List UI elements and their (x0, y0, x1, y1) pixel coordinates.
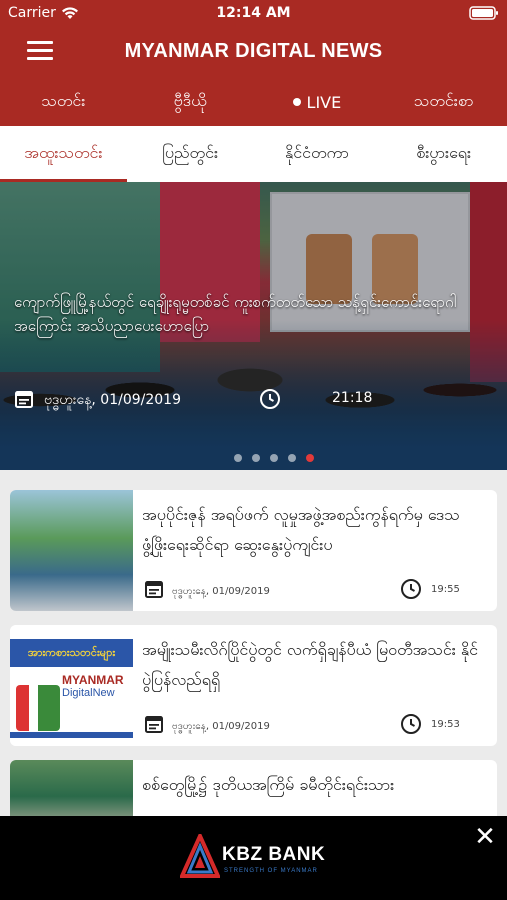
main-tab-bar: သတင်း ဗွီဒီယို LIVE သတင်းစာ (0, 78, 507, 126)
tab-live-label: LIVE (306, 92, 342, 112)
tab-newspaper-label: သတင်းစာ (413, 91, 474, 110)
category-tab-international[interactable]: နိုင်ငံတကာ (254, 126, 381, 182)
carousel-dot[interactable] (305, 454, 314, 462)
calendar-icon (145, 581, 163, 598)
carousel-dot[interactable] (287, 454, 296, 462)
category-tab-business[interactable]: စီးပွားရေး (380, 126, 507, 182)
app-title: MYANMAR DIGITAL NEWS (124, 40, 383, 62)
category-tab-label: နိုင်ငံတကာ (284, 143, 349, 162)
news-date: ဗုဒ္ဓဟူးနေ့, 01/09/2019 (172, 586, 270, 597)
category-tab-label: အထူးသတင်း (24, 143, 103, 162)
tab-video[interactable]: ဗွီဒီယို (127, 78, 254, 126)
ad-banner[interactable]: KBZ BANK STRENGTH OF MYANMAR ✕ (0, 816, 507, 900)
news-date: ဗုဒ္ဓဟူးနေ့, 01/09/2019 (172, 721, 270, 732)
news-title: အမျိုးသမီးလိဂ်ပြိုင်ပွဲတွင် လက်ရှိချန်ပီ… (142, 640, 478, 689)
status-bar: Carrier 12:14 AM (0, 0, 507, 26)
news-card[interactable]: စစ်တွေမြို့၌ ဒုတိယအကြိမ် ခမီတိုင်းရင်းသာ… (10, 760, 497, 816)
calendar-icon (145, 716, 163, 733)
news-title: စစ်တွေမြို့၌ ဒုတိယအကြိမ် ခမီတိုင်းရင်းသာ… (142, 775, 395, 794)
thumbnail-banner-text: အားကစားသတင်းများ (10, 639, 133, 667)
news-time: 19:55 (431, 584, 460, 595)
carousel-dot[interactable] (251, 454, 260, 462)
clock-icon (401, 579, 421, 599)
thumbnail-logo-line2: DigitalNew (62, 687, 115, 699)
news-card[interactable]: အပုပိုင်းဇုန် အရပ်ဖက် လူမှုအဖွဲ့အစည်းကွန… (10, 490, 497, 611)
app-header: MYANMAR DIGITAL NEWS (0, 26, 507, 78)
carousel-pagination (0, 454, 507, 462)
news-title: အပုပိုင်းဇုန် အရပ်ဖက် လူမှုအဖွဲ့အစည်းကွန… (142, 505, 460, 554)
featured-news-carousel[interactable]: ကျောက်ဖြူမြို့နယ်တွင် ရေချိုးရုမ္မတစ်ခင်… (0, 182, 507, 470)
category-tab-label: ပြည်တွင်း (162, 143, 219, 162)
category-tab-domestic[interactable]: ပြည်တွင်း (127, 126, 254, 182)
calendar-icon (15, 391, 33, 408)
thumbnail-illustration (16, 685, 60, 731)
tab-video-label: ဗွီဒီယို (173, 91, 207, 110)
news-thumbnail (10, 490, 133, 611)
clock-icon (260, 389, 280, 409)
news-time: 19:53 (431, 719, 460, 730)
close-ad-icon[interactable]: ✕ (472, 824, 498, 850)
news-thumbnail (10, 760, 133, 816)
carousel-dot[interactable] (269, 454, 278, 462)
news-thumbnail: အားကစားသတင်းများ MYANMAR DigitalNew (10, 625, 133, 746)
featured-time: 21:18 (332, 390, 373, 406)
live-dot-icon (292, 98, 301, 106)
news-meta: ဗုဒ္ဓဟူးနေ့, 01/09/2019 19:53 (144, 713, 484, 735)
kbz-triangle-icon (180, 834, 220, 878)
category-tab-special[interactable]: အထူးသတင်း (0, 126, 127, 182)
thumbnail-logo-line1: MYANMAR (62, 673, 124, 687)
tab-live[interactable]: LIVE (254, 78, 381, 126)
featured-date: ဗုဒ္ဓဟူးနေ့, 01/09/2019 (44, 392, 181, 408)
clock-icon (401, 714, 421, 734)
category-tab-label: စီးပွားရေး (416, 143, 471, 162)
featured-meta: ဗုဒ္ဓဟူးနေ့, 01/09/2019 21:18 (14, 387, 494, 411)
tab-news-label: သတင်း (41, 91, 86, 110)
carousel-dot[interactable] (233, 454, 242, 462)
status-time: 12:14 AM (216, 5, 291, 21)
news-meta: ဗုဒ္ဓဟူးနေ့, 01/09/2019 19:55 (144, 578, 484, 600)
tab-newspaper[interactable]: သတင်းစာ (380, 78, 507, 126)
ad-tagline: STRENGTH OF MYANMAR (224, 868, 318, 874)
news-card[interactable]: အားကစားသတင်းများ MYANMAR DigitalNew အမျိ… (10, 625, 497, 746)
category-tab-bar: အထူးသတင်း ပြည်တွင်း နိုင်ငံတကာ စီးပွားရေ… (0, 126, 507, 182)
ad-brand-name: KBZ BANK (222, 844, 326, 865)
featured-headline[interactable]: ကျောက်ဖြူမြို့နယ်တွင် ရေချိုးရုမ္မတစ်ခင်… (14, 290, 494, 338)
tab-news[interactable]: သတင်း (0, 78, 127, 126)
battery-icon (469, 6, 498, 20)
news-list: အပုပိုင်းဇုန် အရပ်ဖက် လူမှုအဖွဲ့အစည်းကွန… (0, 470, 507, 816)
kbz-bank-logo: KBZ BANK STRENGTH OF MYANMAR (180, 834, 340, 882)
